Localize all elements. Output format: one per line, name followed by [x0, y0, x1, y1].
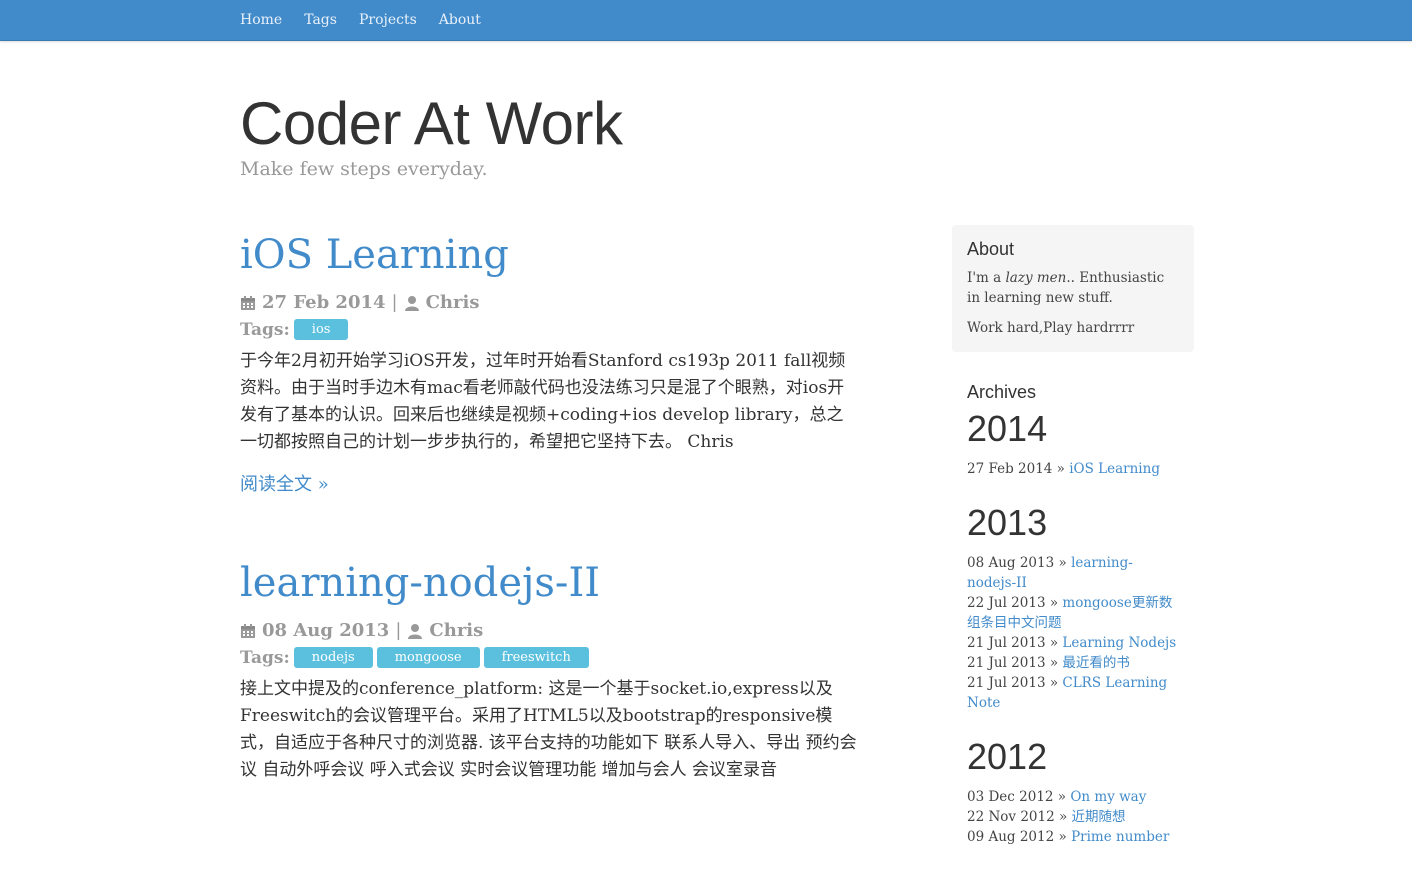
archive-year-block: 2013 08 Aug 2013 » learning-nodejs-II 22…	[967, 501, 1179, 713]
read-more-link[interactable]: 阅读全文 »	[240, 470, 860, 496]
about-box: About I'm a lazy men.. Enthusiastic in l…	[952, 225, 1194, 352]
user-icon	[404, 295, 420, 311]
archive-date: 03 Dec 2012 »	[967, 789, 1067, 805]
post-item: learning-nodejs-II 08 Aug 2013 | Chris T…	[240, 556, 860, 784]
nav-about[interactable]: About	[439, 12, 481, 28]
archive-year: 2014	[967, 408, 1048, 449]
user-icon	[407, 623, 423, 639]
archive-entry: 22 Nov 2012 » 近期随想	[967, 807, 1179, 827]
about-text: I'm a lazy men.. Enthusiastic in learnin…	[967, 268, 1179, 308]
tags-label: Tags:	[240, 319, 290, 340]
meta-separator: |	[395, 620, 402, 641]
post-author: Chris	[429, 620, 484, 641]
archive-link[interactable]: Prime number	[1071, 829, 1169, 845]
archives: Archives 2014 27 Feb 2014 » iOS Learning…	[952, 352, 1194, 847]
archive-link[interactable]: iOS Learning	[1069, 461, 1160, 477]
post-meta: 27 Feb 2014 | Chris	[240, 292, 860, 313]
archive-link[interactable]: Learning Nodejs	[1062, 635, 1176, 651]
archive-link[interactable]: On my way	[1070, 789, 1146, 805]
post-list: iOS Learning 27 Feb 2014 | Chris Tags: i…	[240, 228, 860, 844]
archive-date: 09 Aug 2012 »	[967, 829, 1067, 845]
post-excerpt: 接上文中提及的conference_platform: 这是一个基于socket…	[240, 679, 857, 780]
archive-entry: 21 Jul 2013 » Learning Nodejs	[967, 633, 1179, 653]
post-tags: Tags: nodejs mongoose freeswitch	[240, 647, 860, 668]
archive-entry: 27 Feb 2014 » iOS Learning	[967, 459, 1179, 479]
archive-entry: 08 Aug 2013 » learning-nodejs-II	[967, 553, 1179, 593]
archive-date: 22 Nov 2012 »	[967, 809, 1068, 825]
archive-link[interactable]: 最近看的书	[1062, 655, 1130, 671]
tags-label: Tags:	[240, 647, 290, 668]
nav-home[interactable]: Home	[240, 12, 282, 28]
tag-badge[interactable]: nodejs	[293, 647, 373, 668]
archive-year: 2012	[967, 736, 1048, 777]
top-navbar: Home Tags Projects About	[0, 0, 1412, 41]
archive-year-block: 2012 03 Dec 2012 » On my way 22 Nov 2012…	[967, 735, 1179, 847]
archive-date: 27 Feb 2014 »	[967, 461, 1065, 477]
post-meta: 08 Aug 2013 | Chris	[240, 620, 860, 641]
about-text-prefix: I'm a	[967, 270, 1006, 286]
sidebar: About I'm a lazy men.. Enthusiastic in l…	[952, 225, 1194, 869]
post-title[interactable]: iOS Learning	[240, 228, 860, 282]
post-date: 27 Feb 2014	[262, 292, 386, 313]
archive-year-block: 2014 27 Feb 2014 » iOS Learning	[967, 407, 1179, 479]
archive-date: 08 Aug 2013 »	[967, 555, 1067, 571]
archive-date: 22 Jul 2013 »	[967, 595, 1059, 611]
calendar-icon	[240, 623, 256, 639]
calendar-icon	[240, 295, 256, 311]
site-header: Coder At Work Make few steps everyday.	[240, 88, 623, 180]
about-heading: About	[967, 239, 1015, 259]
nav-tags[interactable]: Tags	[304, 12, 337, 28]
post-author: Chris	[425, 292, 480, 313]
archive-entry: 03 Dec 2012 » On my way	[967, 787, 1179, 807]
meta-separator: |	[391, 292, 398, 313]
about-text-emphasis: lazy men	[1005, 270, 1067, 286]
post-item: iOS Learning 27 Feb 2014 | Chris Tags: i…	[240, 228, 860, 496]
archive-date: 21 Jul 2013 »	[967, 675, 1059, 691]
tag-badge[interactable]: freeswitch	[483, 647, 589, 668]
nav-projects[interactable]: Projects	[359, 12, 417, 28]
nav-menu: Home Tags Projects About	[240, 0, 481, 40]
archive-entry: 09 Aug 2012 » Prime number	[967, 827, 1179, 847]
post-tags: Tags: ios	[240, 319, 860, 340]
tag-badge[interactable]: mongoose	[376, 647, 480, 668]
archive-entry: 21 Jul 2013 » 最近看的书	[967, 653, 1179, 673]
archive-entry: 21 Jul 2013 » CLRS Learning Note	[967, 673, 1179, 713]
site-subtitle: Make few steps everyday.	[240, 158, 488, 180]
tag-badge[interactable]: ios	[293, 319, 349, 340]
archive-date: 21 Jul 2013 »	[967, 655, 1059, 671]
post-title[interactable]: learning-nodejs-II	[240, 556, 860, 610]
archives-heading: Archives	[967, 382, 1037, 402]
post-date: 08 Aug 2013	[262, 620, 390, 641]
archive-entry: 22 Jul 2013 » mongoose更新数组条目中文问题	[967, 593, 1179, 633]
post-excerpt: 于今年2月初开始学习iOS开发，过年时开始看Stanford cs193p 20…	[240, 351, 846, 452]
site-title[interactable]: Coder At Work	[240, 88, 623, 160]
archive-link[interactable]: 近期随想	[1072, 809, 1126, 825]
about-motto: Work hard,Play hardrrrr	[967, 320, 1135, 336]
archive-year: 2013	[967, 502, 1048, 543]
archive-date: 21 Jul 2013 »	[967, 635, 1059, 651]
